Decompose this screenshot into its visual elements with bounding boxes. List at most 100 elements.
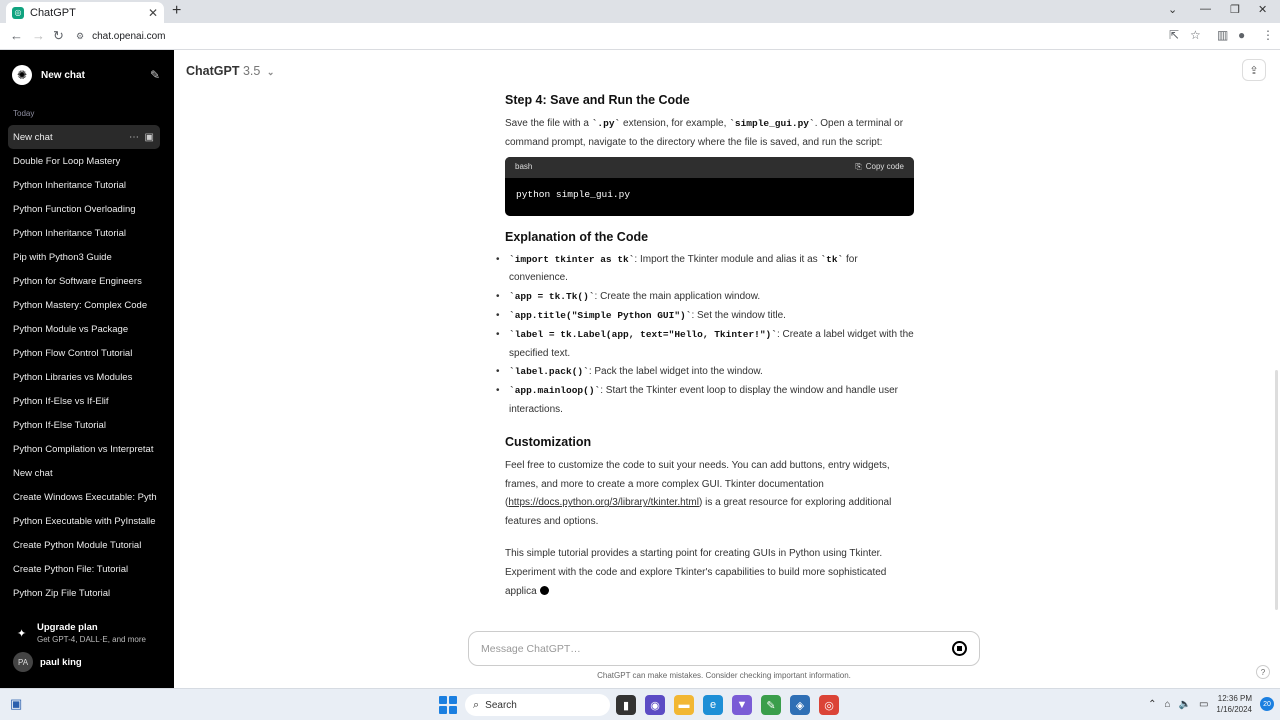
code-language: bash xyxy=(515,161,533,171)
model-selector[interactable]: ChatGPT 3.5 ⌄ xyxy=(186,64,274,78)
profile-icon[interactable]: ● xyxy=(1238,28,1245,42)
chat-history-item[interactable]: Python Flow Control Tutorial xyxy=(8,341,160,365)
maximize-icon[interactable]: ❐ xyxy=(1230,3,1240,16)
chat-history-item[interactable]: Python Module vs Package xyxy=(8,317,160,341)
chrome-browser-icon[interactable]: ◎ xyxy=(819,695,839,715)
upgrade-title: Upgrade plan xyxy=(37,622,98,633)
tkinter-docs-link[interactable]: https://docs.python.org/3/library/tkinte… xyxy=(508,497,699,508)
chat-history-item[interactable]: Pip with Python3 Guide xyxy=(8,245,160,269)
task-view-icon[interactable]: ▮ xyxy=(616,695,636,715)
browser-tab[interactable]: ◎ ChatGPT ✕ xyxy=(6,2,164,23)
chat-history-label: Python Mastery: Complex Code xyxy=(13,299,148,311)
chevron-down-icon: ⌄ xyxy=(266,67,275,77)
chat-history-item[interactable]: Python Compilation vs Interpretat xyxy=(8,437,160,461)
chat-history-item[interactable]: Python If-Else vs If-Elif xyxy=(8,389,160,413)
edge-browser-icon[interactable]: e xyxy=(703,695,723,715)
chat-history-label: Python Flow Control Tutorial xyxy=(13,347,133,359)
minimize-icon[interactable]: — xyxy=(1200,3,1211,15)
scrollbar-thumb[interactable] xyxy=(1275,370,1278,610)
help-button[interactable]: ? xyxy=(1256,665,1270,679)
chat-history-label: Python Executable with PyInstalle xyxy=(13,515,156,527)
tab-search-chevron-icon[interactable]: ⌄ xyxy=(1168,3,1177,16)
chat-history-item[interactable]: Create Windows Executable: Pyth xyxy=(8,485,160,509)
chat-history-item[interactable]: Python If-Else Tutorial xyxy=(8,413,160,437)
taskbar-apps: ▮ ◉ ▬ e ▼ ✎ ◈ ◎ xyxy=(616,695,839,715)
chat-history-label: Python Libraries vs Modules xyxy=(13,371,133,383)
volume-icon[interactable]: 🔈 xyxy=(1179,699,1191,710)
chat-history-item[interactable]: Python Mastery: Complex Code xyxy=(8,293,160,317)
archive-icon[interactable]: ▣ xyxy=(145,132,154,143)
chat-history-label: New chat xyxy=(13,131,53,143)
stop-generating-button[interactable] xyxy=(952,641,967,656)
share-page-icon[interactable]: ⇱ xyxy=(1169,28,1179,42)
chat-history-label: Create Windows Executable: Pyth xyxy=(13,491,157,503)
browser-menu-icon[interactable]: ⋮ xyxy=(1262,28,1274,42)
chat-history-item[interactable]: Python Inheritance Tutorial xyxy=(8,173,160,197)
chat-history-label: Python Inheritance Tutorial xyxy=(13,227,127,239)
copy-code-button[interactable]: ⎘ Copy code xyxy=(855,158,904,177)
upgrade-subtitle: Get GPT-4, DALL·E, and more xyxy=(37,635,146,644)
notification-badge[interactable]: 20 xyxy=(1260,697,1274,711)
share-button[interactable]: ⇪ xyxy=(1242,59,1266,81)
close-window-icon[interactable]: ✕ xyxy=(1258,3,1267,16)
search-icon: ⌕ xyxy=(473,698,480,711)
chat-history-item[interactable]: Python Function Overloading xyxy=(8,197,160,221)
network-icon[interactable]: ⌂ xyxy=(1164,699,1170,710)
chat-history-label: Create Python File: Tutorial xyxy=(13,563,129,575)
address-bar[interactable]: ⚙ chat.openai.com xyxy=(76,27,1156,46)
start-button[interactable] xyxy=(439,696,457,714)
chat-history-label: Python Compilation vs Interpretat xyxy=(13,443,154,455)
chat-history-item[interactable]: Python for Software Engineers xyxy=(8,269,160,293)
more-options-icon[interactable]: ⋯ xyxy=(129,132,139,143)
close-tab-icon[interactable]: ✕ xyxy=(148,6,158,20)
sidebar-section-today: Today xyxy=(13,109,35,118)
screen-capture-icon[interactable]: ◈ xyxy=(790,695,810,715)
chat-history-label: Python If-Else Tutorial xyxy=(13,419,106,431)
code-block: bash ⎘ Copy code python simple_gui.py xyxy=(505,156,914,216)
user-name: paul king xyxy=(40,656,82,668)
customization-heading: Customization xyxy=(505,434,592,449)
chat-history-item[interactable]: Double For Loop Mastery xyxy=(8,149,160,173)
chat-history-item[interactable]: New chat xyxy=(8,461,160,485)
new-tab-button[interactable]: + xyxy=(172,2,181,20)
tray-overflow-chevron-icon[interactable]: ⌃ xyxy=(1148,699,1156,710)
side-panel-icon[interactable]: ▥ xyxy=(1217,28,1228,42)
spreadsheet-app-icon[interactable]: ✎ xyxy=(761,695,781,715)
reload-icon[interactable]: ↻ xyxy=(53,28,64,44)
model-version: 3.5 xyxy=(242,64,261,78)
step4-paragraph: Save the file with a `.py` extension, fo… xyxy=(505,118,904,148)
file-explorer-icon[interactable]: ▬ xyxy=(674,695,694,715)
vpn-app-icon[interactable]: ▼ xyxy=(732,695,752,715)
copy-code-label: Copy code xyxy=(865,161,904,171)
chat-history-item[interactable]: Python Zip File Tutorial xyxy=(8,581,160,605)
streaming-cursor-icon xyxy=(539,586,549,596)
user-menu[interactable]: PA paul king xyxy=(13,652,82,672)
bookmark-star-icon[interactable]: ☆ xyxy=(1190,28,1201,42)
forward-icon[interactable]: → xyxy=(32,28,45,43)
closing-paragraph: This simple tutorial provides a starting… xyxy=(505,547,887,597)
taskbar-search[interactable]: ⌕ Search xyxy=(465,694,610,716)
chat-history-label: Pip with Python3 Guide xyxy=(13,251,112,263)
message-input[interactable] xyxy=(481,642,952,655)
chatgpt-favicon-icon: ◎ xyxy=(12,6,24,19)
site-info-icon[interactable]: ⚙ xyxy=(76,31,84,42)
sidebar-new-chat-row[interactable]: ✺ New chat ✎ xyxy=(8,64,160,86)
chat-app-icon[interactable]: ◉ xyxy=(645,695,665,715)
back-icon[interactable]: ← xyxy=(10,28,23,43)
battery-icon[interactable]: ▭ xyxy=(1199,699,1208,710)
chat-history-item[interactable]: Python Inheritance Tutorial xyxy=(8,221,160,245)
chat-history-label: Create Python Module Tutorial xyxy=(13,539,142,551)
chat-history-label: Python If-Else vs If-Elif xyxy=(13,395,109,407)
chat-history-item[interactable]: New chat ⋯ ▣ xyxy=(8,125,160,149)
chat-history-item[interactable]: Create Python File: Tutorial xyxy=(8,557,160,581)
chat-history-item[interactable]: Python Libraries vs Modules xyxy=(8,365,160,389)
taskbar-clock[interactable]: 12:36 PM 1/16/2024 xyxy=(1216,693,1252,715)
chat-history-item[interactable]: Python Executable with PyInstalle xyxy=(8,509,160,533)
explanation-heading: Explanation of the Code xyxy=(505,229,649,244)
widgets-icon[interactable]: ▣ xyxy=(10,696,22,712)
new-chat-edit-icon[interactable]: ✎ xyxy=(150,68,160,82)
tab-title: ChatGPT xyxy=(30,6,76,19)
chat-history-label: New chat xyxy=(13,467,53,479)
upgrade-plan-button[interactable]: ✦ Upgrade plan Get GPT-4, DALL·E, and mo… xyxy=(13,622,163,644)
chat-history-item[interactable]: Create Python Module Tutorial xyxy=(8,533,160,557)
